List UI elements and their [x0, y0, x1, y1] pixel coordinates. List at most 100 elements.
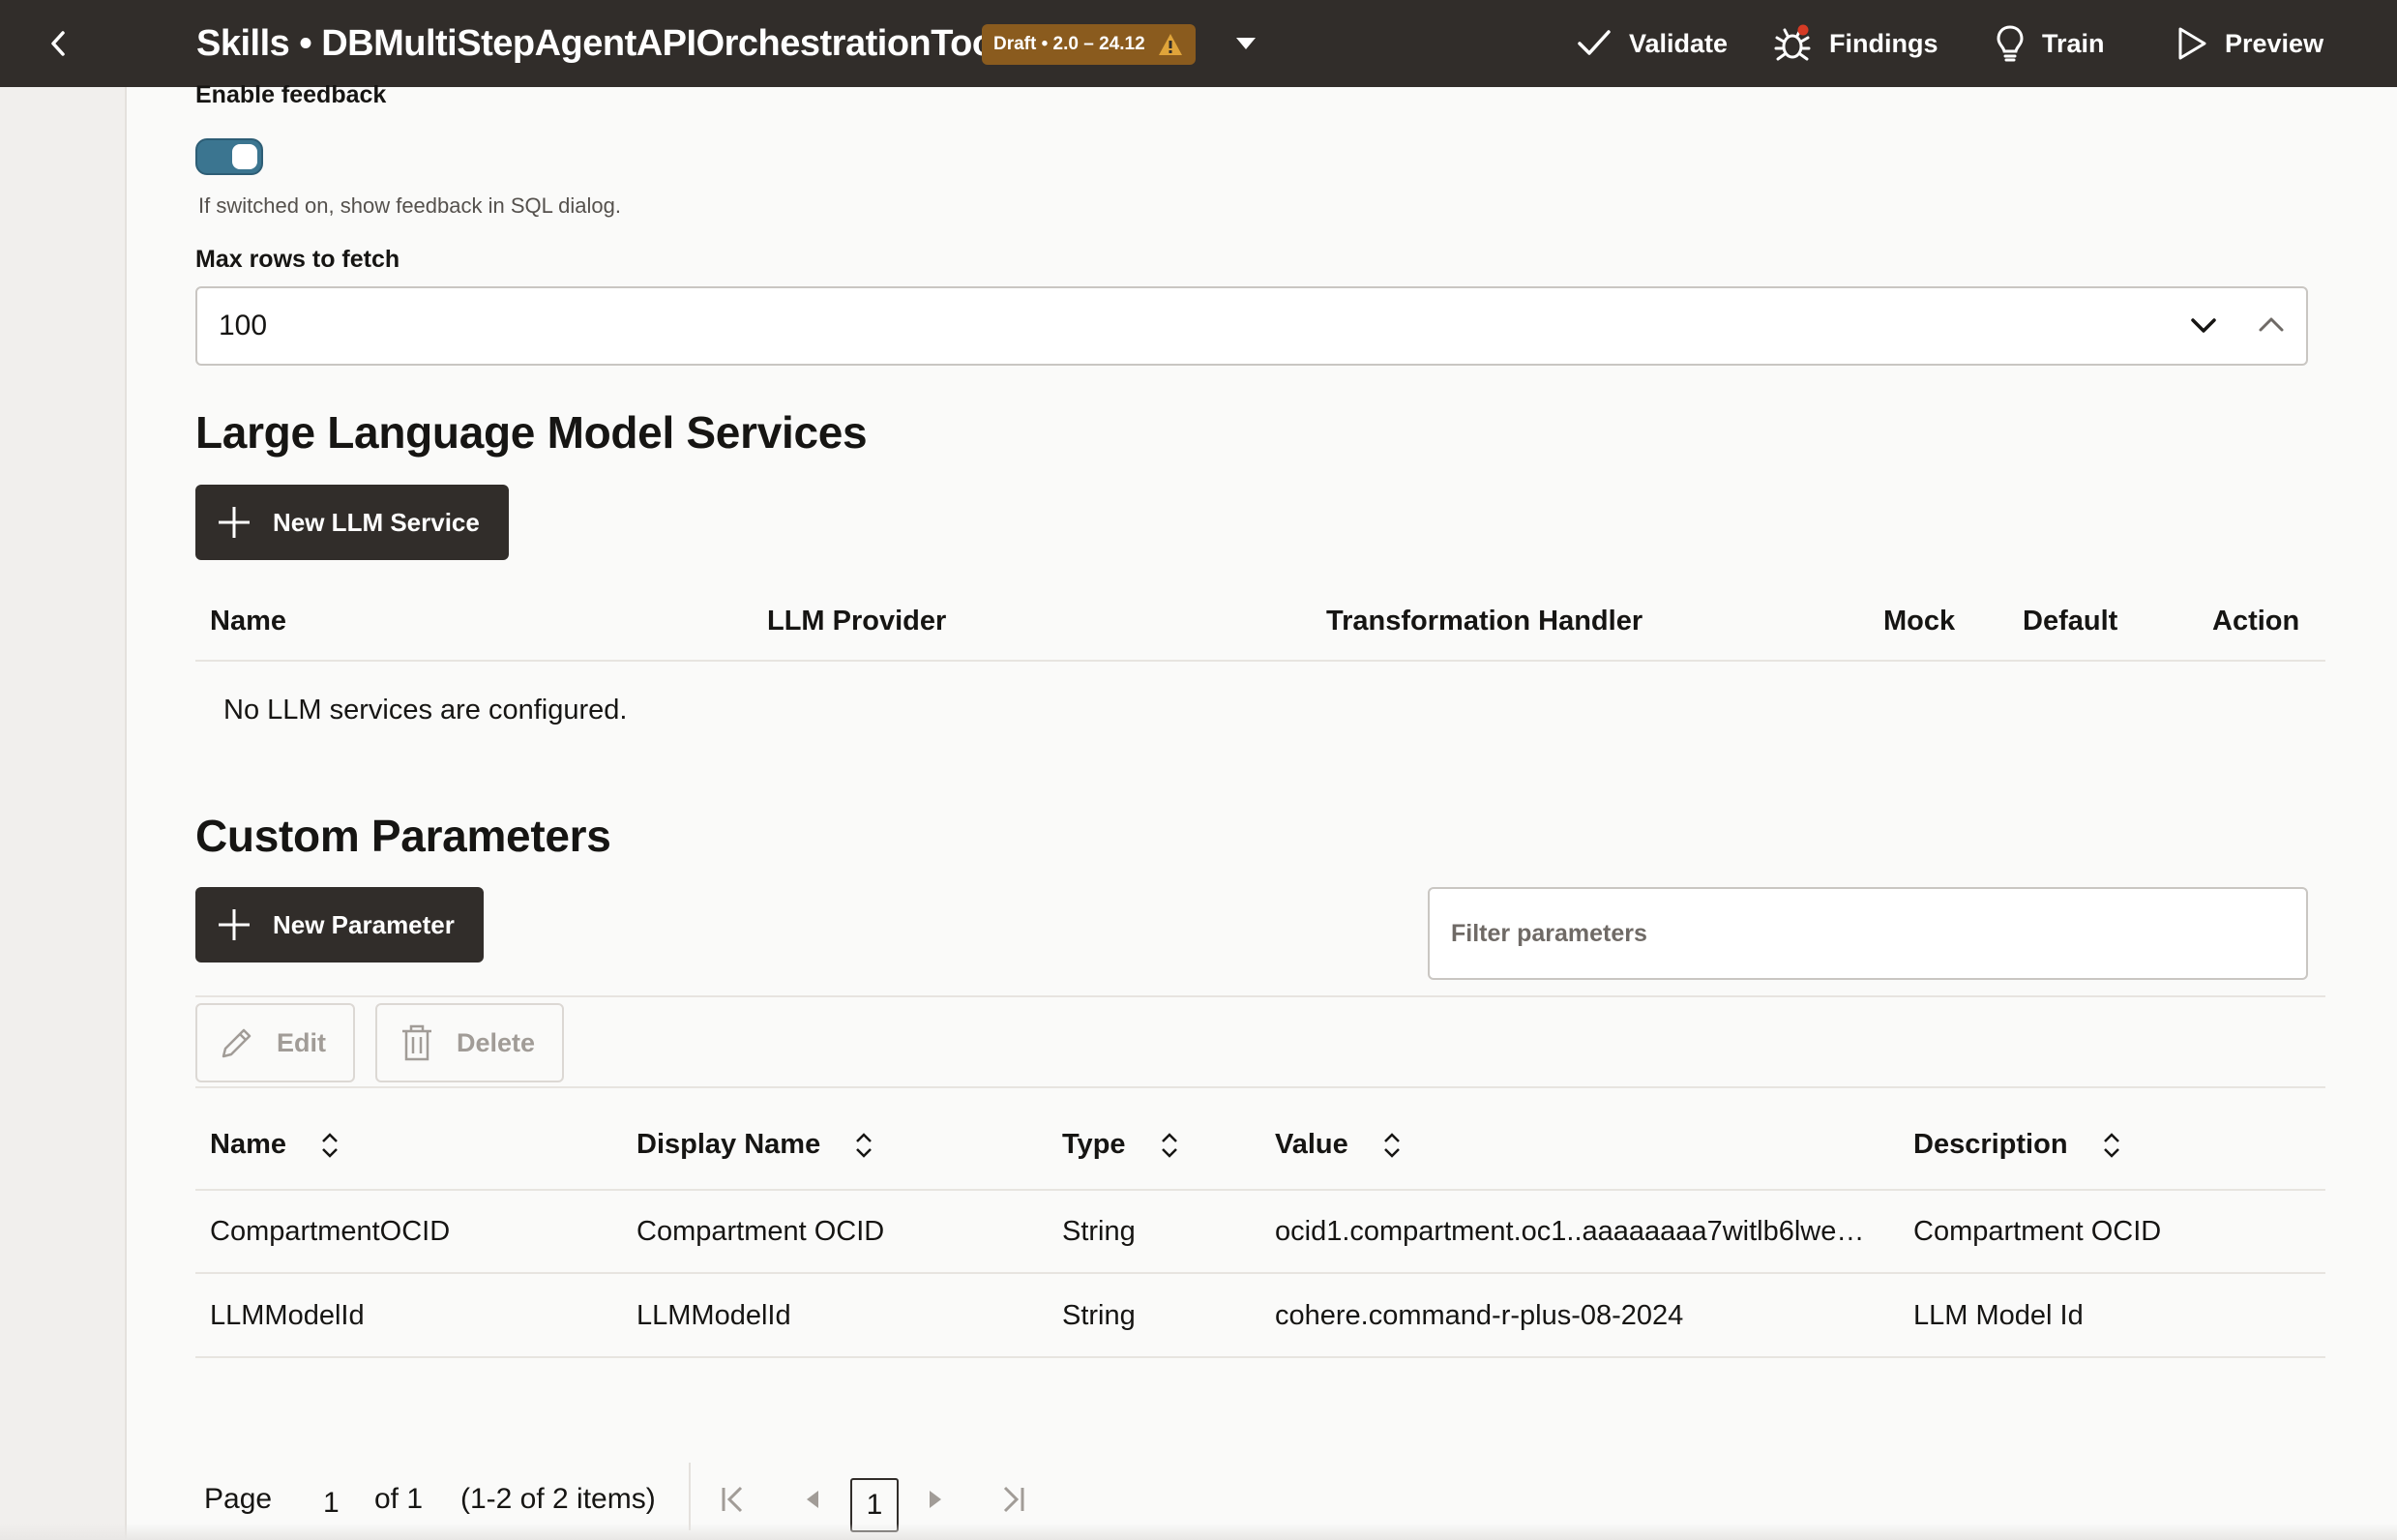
findings-label: Findings — [1829, 28, 1938, 58]
param-col-name-label: Name — [210, 1129, 286, 1160]
previous-page-button[interactable] — [795, 1482, 830, 1517]
preview-label: Preview — [2225, 28, 2324, 58]
param-value-cell: ocid1.compartment.oc1..aaaaaaaa7witlb6lw… — [1275, 1216, 1865, 1247]
toolbar-divider-bottom — [195, 1086, 2325, 1088]
max-rows-label: Max rows to fetch — [195, 246, 400, 273]
train-button[interactable]: Train — [1996, 21, 2105, 66]
sort-icon[interactable] — [2101, 1132, 2122, 1159]
page-label: Page — [204, 1483, 273, 1515]
validate-label: Validate — [1629, 28, 1729, 58]
new-llm-service-button[interactable]: New LLM Service — [195, 485, 509, 560]
llm-empty-message: No LLM services are configured. — [223, 695, 628, 726]
param-name-cell: CompartmentOCID — [210, 1216, 451, 1247]
chevron-left-icon — [51, 31, 65, 56]
param-col-description-label: Description — [1913, 1129, 2068, 1160]
llm-table-header-divider — [195, 660, 2325, 662]
param-display-name-cell: Compartment OCID — [636, 1216, 885, 1247]
version-badge[interactable]: Draft • 2.0 – 24.12 — [982, 24, 1196, 65]
validate-button[interactable]: Validate — [1577, 21, 1728, 66]
top-bar: Skills • DBMultiStepAgentAPIOrchestratio… — [0, 0, 2397, 87]
enable-feedback-help: If switched on, show feedback in SQL dia… — [198, 193, 621, 218]
custom-parameters-heading: Custom Parameters — [195, 811, 611, 861]
sort-icon[interactable] — [1159, 1132, 1180, 1159]
play-icon — [2178, 27, 2206, 60]
current-page-label: 1 — [866, 1489, 883, 1521]
sort-icon[interactable] — [1381, 1132, 1403, 1159]
check-icon — [1578, 30, 1611, 55]
page-of-label: of 1 — [374, 1483, 424, 1515]
param-table-header-divider — [195, 1189, 2325, 1191]
enable-feedback-label: Enable feedback — [195, 81, 387, 108]
param-col-display-name[interactable]: Display Name — [636, 1129, 874, 1161]
left-navigation-rail — [0, 87, 127, 1540]
edit-button[interactable]: Edit — [195, 1003, 355, 1082]
next-page-button[interactable] — [918, 1482, 953, 1517]
delete-button[interactable]: Delete — [375, 1003, 565, 1082]
delete-label: Delete — [457, 1027, 536, 1057]
plus-icon — [219, 507, 250, 538]
param-col-value[interactable]: Value — [1275, 1129, 1403, 1161]
row-divider — [195, 1356, 2325, 1358]
filter-parameters-field[interactable] — [1428, 887, 2308, 980]
last-page-button[interactable] — [995, 1482, 1030, 1517]
param-col-name[interactable]: Name — [210, 1129, 340, 1161]
param-description-cell: LLM Model Id — [1913, 1300, 2084, 1331]
first-page-icon — [722, 1486, 743, 1513]
toolbar-divider-top — [195, 995, 2325, 997]
version-dropdown-button[interactable] — [1228, 29, 1263, 58]
enable-feedback-toggle[interactable] — [195, 138, 263, 175]
sort-icon[interactable] — [319, 1132, 340, 1159]
pencil-icon — [222, 1028, 252, 1058]
param-description-cell: Compartment OCID — [1913, 1216, 2162, 1247]
param-name-cell: LLMModelId — [210, 1300, 365, 1331]
pager-divider — [689, 1463, 691, 1530]
param-display-name-cell: LLMModelId — [636, 1300, 791, 1331]
page-range-label: (1-2 of 2 items) — [460, 1483, 656, 1515]
param-col-description[interactable]: Description — [1913, 1129, 2122, 1161]
llm-col-action[interactable]: Action — [2212, 606, 2299, 637]
plus-icon — [219, 909, 250, 940]
page-title: Skills • DBMultiStepAgentAPIOrchestratio… — [196, 23, 1004, 64]
sort-icon[interactable] — [853, 1132, 874, 1159]
warning-icon — [1158, 34, 1182, 55]
caret-down-icon — [1236, 38, 1256, 49]
param-type-cell: String — [1062, 1300, 1136, 1331]
back-button[interactable] — [39, 24, 77, 63]
param-col-type-label: Type — [1062, 1129, 1126, 1160]
param-value-cell: cohere.command-r-plus-08-2024 — [1275, 1300, 1684, 1331]
llm-col-provider[interactable]: LLM Provider — [767, 606, 946, 637]
max-rows-select[interactable]: 100 — [195, 286, 2308, 366]
first-page-button[interactable] — [716, 1482, 751, 1517]
lightbulb-icon — [1997, 25, 2024, 62]
trash-icon — [402, 1024, 431, 1061]
version-badge-label: Draft • 2.0 – 24.12 — [993, 34, 1145, 54]
llm-col-default[interactable]: Default — [2023, 606, 2117, 637]
new-parameter-label: New Parameter — [273, 909, 455, 939]
bottom-scroll-shadow — [0, 1524, 2397, 1540]
llm-services-heading: Large Language Model Services — [195, 407, 868, 458]
last-page-icon — [1003, 1486, 1024, 1513]
filter-parameters-input[interactable] — [1449, 913, 2285, 954]
max-rows-value: 100 — [219, 310, 268, 341]
bug-icon — [1774, 24, 1811, 61]
chevron-up-icon[interactable] — [2256, 310, 2287, 341]
chevron-down-icon[interactable] — [2188, 310, 2219, 341]
row-divider — [195, 1272, 2325, 1274]
toggle-knob — [232, 144, 257, 169]
param-type-cell: String — [1062, 1216, 1136, 1247]
llm-col-transformation-handler[interactable]: Transformation Handler — [1326, 606, 1642, 637]
param-col-value-label: Value — [1275, 1129, 1348, 1160]
train-label: Train — [2042, 28, 2105, 58]
param-col-display-name-label: Display Name — [636, 1129, 821, 1160]
triangle-right-icon — [930, 1491, 941, 1508]
triangle-left-icon — [807, 1491, 818, 1508]
llm-col-mock[interactable]: Mock — [1883, 606, 1955, 637]
llm-col-name[interactable]: Name — [210, 606, 286, 637]
new-parameter-button[interactable]: New Parameter — [195, 887, 484, 962]
page-number-input[interactable]: 1 — [323, 1487, 340, 1520]
edit-label: Edit — [277, 1027, 326, 1057]
param-col-type[interactable]: Type — [1062, 1129, 1180, 1161]
preview-button[interactable]: Preview — [2176, 21, 2323, 66]
findings-button[interactable]: Findings — [1773, 21, 1938, 66]
new-llm-service-label: New LLM Service — [273, 507, 480, 537]
